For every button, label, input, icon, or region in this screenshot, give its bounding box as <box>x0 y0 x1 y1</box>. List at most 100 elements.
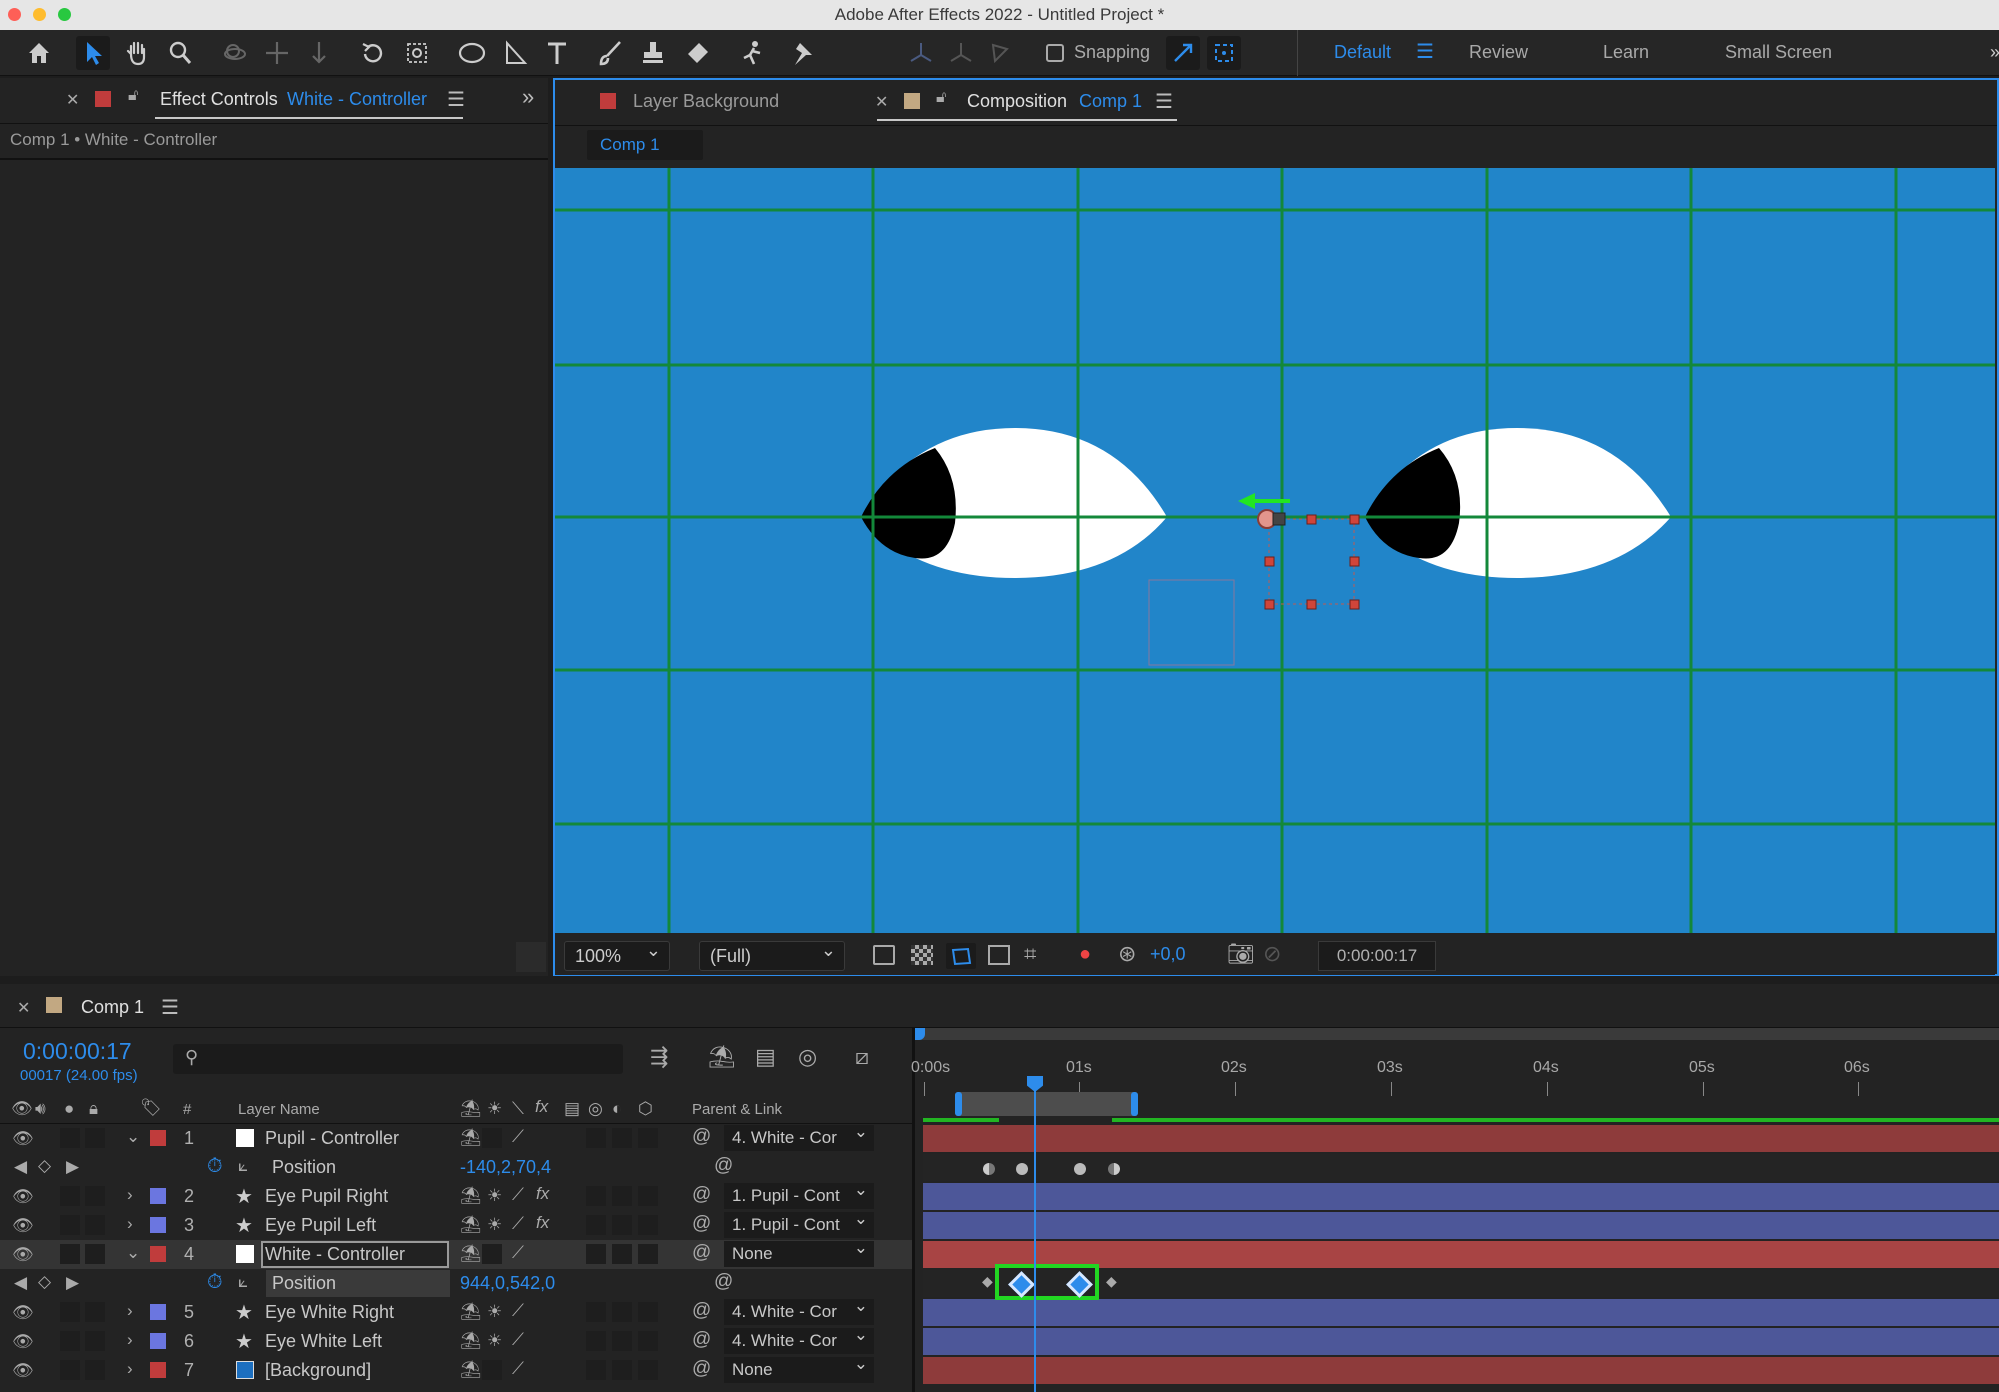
adjustment-switch[interactable] <box>612 1302 632 1322</box>
zoom-dropdown[interactable]: 100% <box>564 936 670 971</box>
resolution-dropdown[interactable]: (Full) <box>699 936 845 971</box>
motion-blur-switch[interactable] <box>586 1215 606 1235</box>
close-window-button[interactable] <box>8 8 21 21</box>
add-keyframe-icon[interactable]: ◇ <box>38 1272 51 1292</box>
3d-switch[interactable] <box>638 1244 658 1264</box>
motion-blur-switch[interactable] <box>586 1244 606 1264</box>
layer-search-input[interactable]: ⚲ <box>173 1044 623 1074</box>
visibility-eye-icon[interactable]: 👁︎ <box>12 1129 34 1149</box>
parent-dropdown[interactable]: 4. White - Cor <box>724 1328 874 1354</box>
3d-switch[interactable] <box>638 1360 658 1380</box>
workspace-default[interactable]: Default <box>1334 42 1391 63</box>
parent-dropdown[interactable]: 4. White - Cor <box>724 1299 874 1325</box>
expand-chevron-icon[interactable]: › <box>127 1359 133 1379</box>
puppet-pin-icon[interactable] <box>785 36 819 70</box>
solo-switch[interactable] <box>60 1128 80 1148</box>
eraser-tool-icon[interactable] <box>680 36 714 70</box>
layer-duration-bar[interactable] <box>923 1357 1999 1384</box>
lock-icon[interactable]: 🔓︎ <box>936 89 946 107</box>
shy-switch-icon[interactable]: ⛱︎ <box>460 1331 482 1351</box>
parent-dropdown[interactable]: None <box>724 1241 874 1267</box>
fx-switch-icon[interactable]: fx <box>536 1213 549 1233</box>
layer-name[interactable]: Pupil - Controller <box>265 1128 399 1149</box>
keyframe[interactable]: ◆ <box>1106 1273 1117 1290</box>
local-axis-icon[interactable] <box>904 36 938 70</box>
minimize-window-button[interactable] <box>33 8 46 21</box>
composition-viewer[interactable] <box>555 168 1995 933</box>
lock-switch[interactable] <box>85 1244 105 1264</box>
property-value[interactable]: 944,0,542,0 <box>460 1273 555 1294</box>
transparency-grid-icon[interactable] <box>911 945 933 965</box>
panel-menu-icon[interactable]: ☰ <box>447 87 465 112</box>
motion-blur-switch[interactable] <box>586 1186 606 1206</box>
snap-features-icon[interactable] <box>1207 36 1241 70</box>
workspace-menu-icon[interactable]: ☰ <box>1416 39 1434 64</box>
grid-guides-icon[interactable]: ⌗ <box>1024 941 1036 967</box>
reset-exposure-icon[interactable]: ⊛ <box>1118 941 1136 967</box>
fx-switch-icon[interactable]: fx <box>536 1184 549 1204</box>
3d-switch[interactable] <box>638 1302 658 1322</box>
label-color[interactable] <box>150 1246 166 1262</box>
quality-switch-icon[interactable]: ⟋ <box>512 1330 524 1350</box>
solo-switch[interactable] <box>60 1302 80 1322</box>
label-color[interactable] <box>150 1217 166 1233</box>
add-keyframe-icon[interactable]: ◇ <box>38 1156 51 1176</box>
effect-controls-target[interactable]: White - Controller <box>287 89 427 110</box>
visibility-eye-icon[interactable]: 👁︎ <box>12 1216 34 1236</box>
brush-tool-icon[interactable] <box>593 36 627 70</box>
workspace-small-screen[interactable]: Small Screen <box>1725 42 1832 63</box>
expand-chevron-icon[interactable]: › <box>127 1330 133 1350</box>
graph-icon[interactable]: ⟀ <box>238 1272 248 1292</box>
layer-name[interactable]: Eye White Right <box>265 1302 394 1323</box>
parent-dropdown[interactable]: 1. Pupil - Cont <box>724 1212 874 1238</box>
motion-blur-switch[interactable] <box>586 1128 606 1148</box>
zoom-tool-icon[interactable] <box>163 36 197 70</box>
collapse-switch-icon[interactable]: ☀︎ <box>487 1331 502 1351</box>
dolly-camera-icon[interactable] <box>302 36 336 70</box>
layer-duration-bar[interactable] <box>923 1299 1999 1326</box>
keyframe[interactable] <box>1074 1163 1086 1175</box>
adjustment-switch[interactable] <box>612 1215 632 1235</box>
effect-controls-tab-label[interactable]: Effect Controls <box>160 89 278 110</box>
solo-header-icon[interactable]: ● <box>64 1099 74 1119</box>
show-snapshot-icon[interactable]: ⊘ <box>1263 941 1281 967</box>
expand-chevron-icon[interactable]: › <box>127 1185 133 1205</box>
navigator-start-handle[interactable] <box>955 1092 962 1116</box>
label-color[interactable] <box>150 1188 166 1204</box>
mask-visibility-button[interactable] <box>946 943 976 969</box>
solo-switch[interactable] <box>60 1244 80 1264</box>
expand-panels-icon[interactable]: » <box>522 84 534 110</box>
region-of-interest-icon[interactable] <box>988 945 1010 965</box>
shy-switch-icon[interactable]: ⛱︎ <box>460 1360 482 1380</box>
pick-whip-icon[interactable]: @ <box>692 1126 711 1148</box>
prev-keyframe-icon[interactable]: ◀ <box>14 1157 27 1177</box>
parent-link-column-header[interactable]: Parent & Link <box>692 1101 782 1118</box>
quality-switch-icon[interactable]: ⟋ <box>512 1214 524 1234</box>
lock-switch[interactable] <box>85 1302 105 1322</box>
ellipse-tool-icon[interactable] <box>455 36 489 70</box>
current-time-display[interactable]: 0:00:00:17 <box>1318 941 1436 971</box>
quality-switch-icon[interactable]: ⟋ <box>512 1301 524 1321</box>
label-color[interactable] <box>150 1304 166 1320</box>
comp-subtab[interactable]: Comp 1 <box>587 130 703 160</box>
collapse-switch-icon[interactable]: ☀︎ <box>487 1215 502 1235</box>
timeline-current-time[interactable]: 0:00:00:17 <box>23 1038 132 1065</box>
layer-row[interactable]: 👁︎ › 6 ★ Eye White Left ⛱︎ ☀︎ ⟋ @ 4. Whi… <box>0 1327 912 1356</box>
visibility-eye-icon[interactable]: 👁︎ <box>12 1303 34 1323</box>
pick-whip-icon[interactable]: @ <box>692 1329 711 1351</box>
collapse-header-icon[interactable]: ☀︎ <box>487 1099 502 1119</box>
navigator-end-handle[interactable] <box>1131 1092 1138 1116</box>
selection-tool-icon[interactable] <box>76 36 110 70</box>
exposure-value[interactable]: +0,0 <box>1150 944 1186 965</box>
snapshot-camera-icon[interactable]: 📷︎ <box>1227 941 1255 967</box>
stopwatch-icon[interactable]: ⏱︎ <box>207 1155 223 1178</box>
collapse-switch[interactable] <box>482 1128 502 1148</box>
keyframe[interactable] <box>983 1163 995 1175</box>
parent-dropdown[interactable]: 4. White - Cor <box>724 1125 874 1151</box>
layer-name[interactable]: White - Controller <box>265 1244 405 1265</box>
orbit-camera-icon[interactable] <box>218 36 252 70</box>
roto-brush-icon[interactable] <box>734 36 768 70</box>
adjustment-layer-header-icon[interactable]: ◐ <box>612 1099 622 1119</box>
layer-row[interactable]: 👁︎ › 3 ★ Eye Pupil Left ⛱︎ ☀︎ ⟋ fx @ 1. … <box>0 1211 912 1240</box>
layer-background-tab[interactable]: Layer Background <box>633 91 779 112</box>
